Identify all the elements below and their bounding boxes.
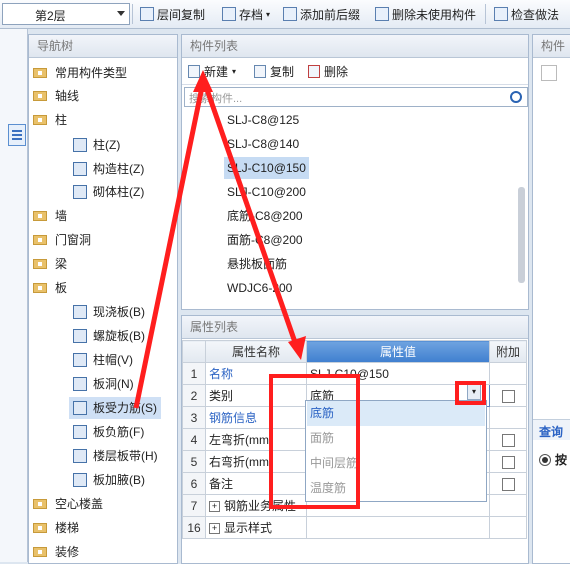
arrow-to-value-column — [200, 77, 300, 349]
arrow-to-new-button — [133, 81, 206, 409]
arrowhead-icon — [288, 336, 306, 360]
annotation-arrows — [133, 70, 306, 409]
